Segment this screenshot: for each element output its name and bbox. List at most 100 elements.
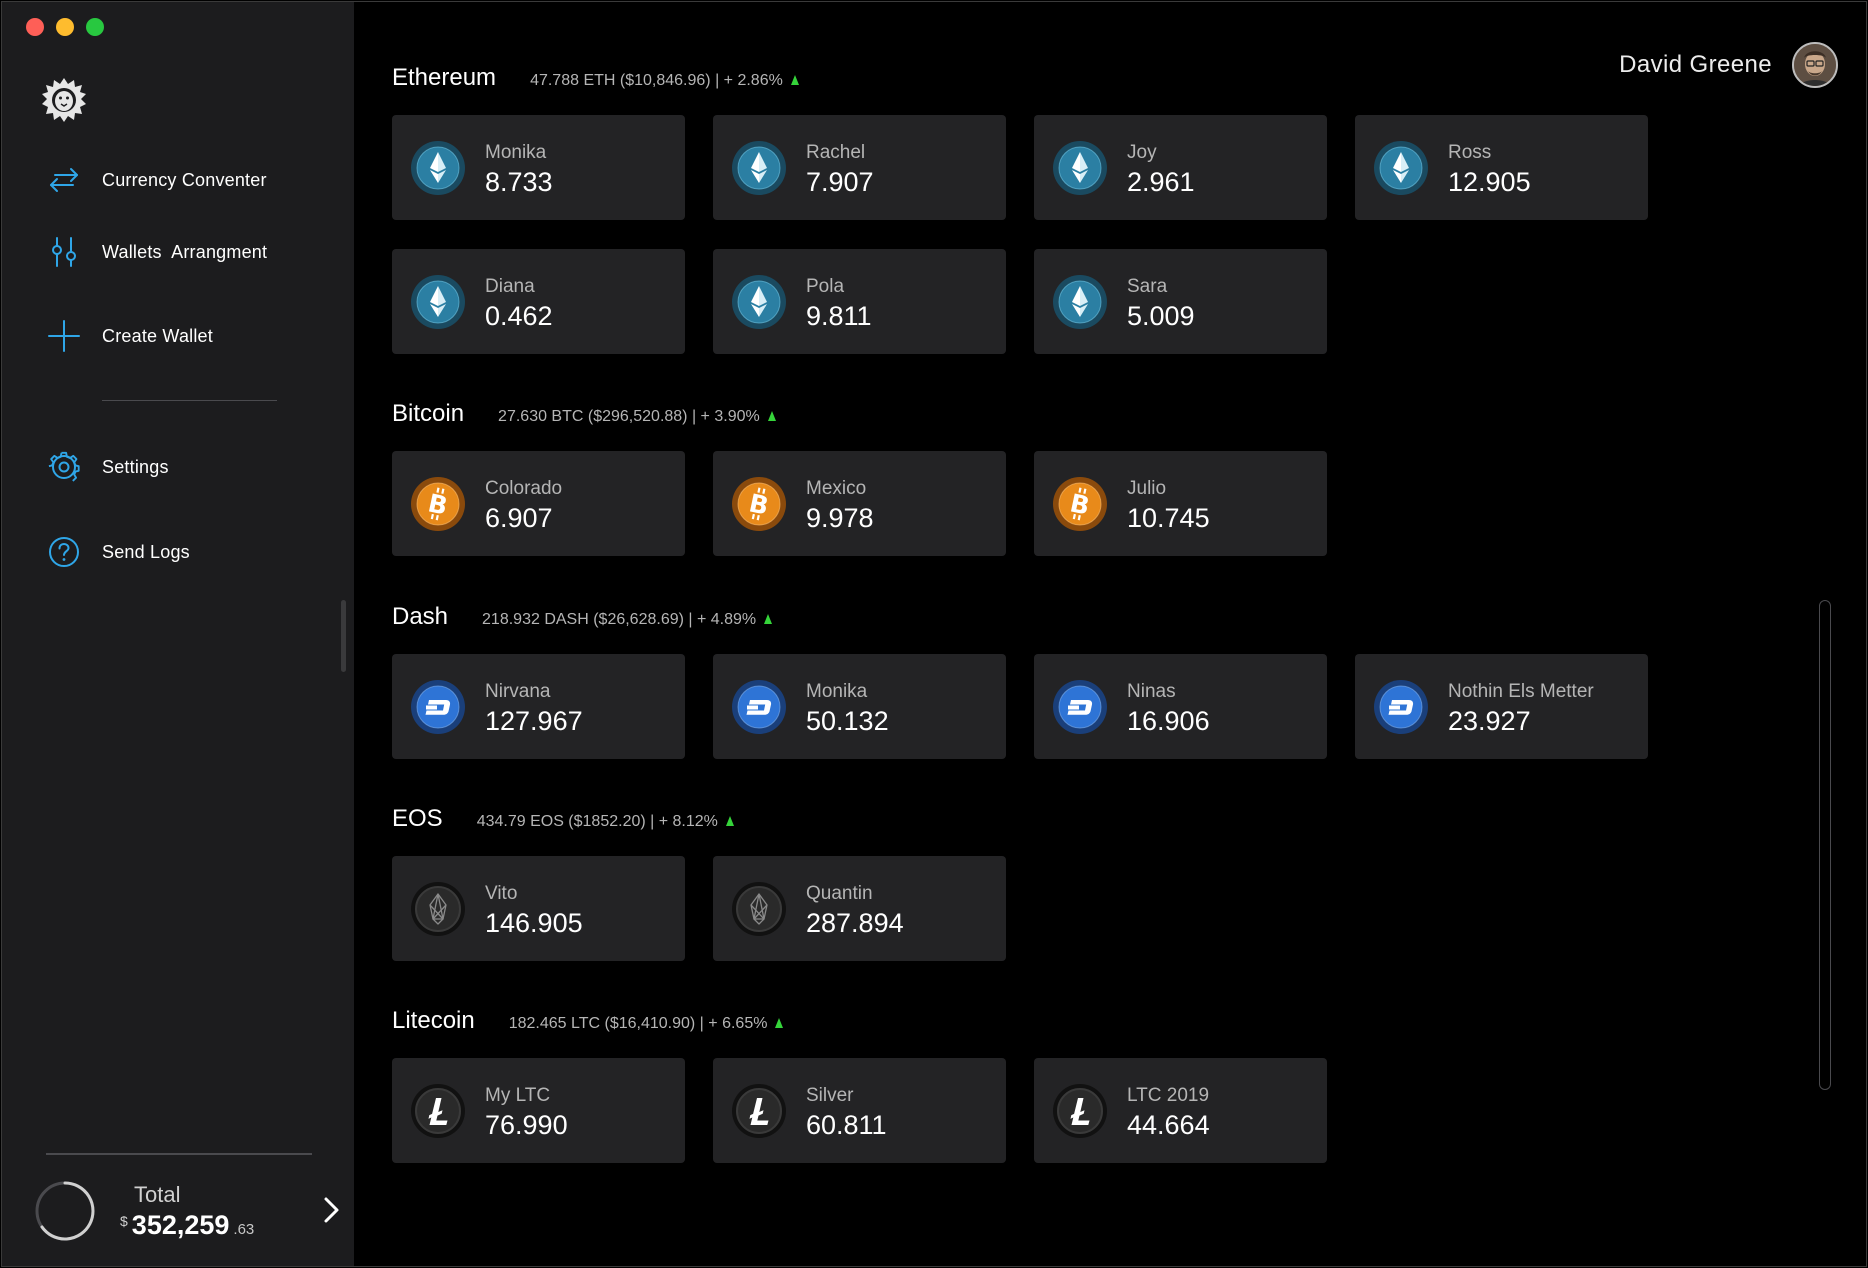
wallet-balance: 16.906 — [1127, 706, 1210, 736]
wallet-balance: 76.990 — [485, 1110, 568, 1140]
wallet-name: Monika — [485, 142, 547, 163]
user-menu[interactable]: David Greene — [1619, 42, 1838, 88]
sidebar-scrollbar[interactable] — [341, 600, 346, 672]
wallet-card[interactable]: My LTC 76.990 — [392, 1058, 685, 1163]
wallet-name: My LTC — [485, 1085, 551, 1106]
question-icon — [46, 534, 82, 570]
section-summary: 434.79 EOS ($1852.20) | + 8.12% — [476, 813, 718, 830]
wallet-balance: 6.907 — [485, 503, 553, 533]
wallet-name: Mexico — [806, 478, 867, 499]
exchange-arrows-icon — [46, 162, 82, 198]
main-content: David Greene Ethereum 47.788 ETH ($10,846… — [354, 2, 1866, 1266]
close-window-button[interactable] — [26, 18, 44, 36]
wallet-name: Colorado — [485, 478, 563, 499]
section-title: Dash — [392, 603, 449, 630]
wallet-card[interactable]: B Colorado 6.907 — [392, 451, 685, 556]
wallet-name: Vito — [485, 883, 518, 904]
wallet-card[interactable]: Ross 12.905 — [1355, 115, 1648, 220]
wallet-balance: 44.664 — [1127, 1110, 1210, 1140]
minimize-window-button[interactable] — [56, 18, 74, 36]
trend-up-icon — [790, 72, 799, 85]
wallet-card[interactable]: Sara 5.009 — [1034, 249, 1327, 354]
sidebar: Currency Conventer Wallets Arrangment Cr… — [2, 2, 354, 1266]
window-controls — [26, 18, 104, 36]
sliders-icon — [46, 234, 82, 270]
bitcoin-icon: B — [731, 476, 787, 532]
nav-wallets-arrangement[interactable]: Wallets Arrangment — [46, 232, 267, 272]
litecoin-icon — [410, 1083, 466, 1139]
nav-send-logs[interactable]: Send Logs — [46, 532, 190, 572]
wallet-card[interactable]: Diana 0.462 — [392, 249, 685, 354]
ethereum-icon — [410, 140, 466, 196]
wallet-name: Julio — [1127, 478, 1167, 499]
section-title: Ethereum — [392, 64, 497, 91]
eos-icon — [410, 881, 466, 937]
nav-label-wallets-arrangement: Wallets Arrangment — [102, 241, 268, 262]
wallet-balance: 9.978 — [806, 503, 874, 533]
wallet-name: Silver — [806, 1085, 854, 1106]
user-name: David Greene — [1619, 51, 1772, 78]
wallet-card[interactable]: Nothin Els Metter 23.927 — [1355, 654, 1648, 759]
section-title: Litecoin — [392, 1007, 475, 1034]
nav-label-settings: Settings — [102, 456, 169, 477]
trend-up-icon — [725, 813, 734, 826]
wallet-name: Sara — [1127, 276, 1168, 297]
nav-create-wallet[interactable]: Create Wallet — [46, 316, 213, 356]
lion-logo-icon — [42, 78, 86, 122]
avatar[interactable] — [1792, 42, 1838, 88]
wallet-balance: 146.905 — [485, 908, 583, 938]
dash-icon — [1052, 679, 1108, 735]
section-ethereum: Ethereum 47.788 ETH ($10,846.96) | + 2.86… — [392, 64, 1648, 354]
nav-currency-converter[interactable]: Currency Conventer — [46, 160, 267, 200]
wallet-card[interactable]: Silver 60.811 — [713, 1058, 1006, 1163]
wallet-name: Pola — [806, 276, 845, 297]
litecoin-icon — [1052, 1083, 1108, 1139]
wallet-card[interactable]: LTC 2019 44.664 — [1034, 1058, 1327, 1163]
wallet-balance: 8.733 — [485, 167, 553, 197]
section-header: EOS 434.79 EOS ($1852.20) | + 8.12% — [392, 805, 734, 845]
wallet-card[interactable]: Monika 50.132 — [713, 654, 1006, 759]
section-summary: 27.630 BTC ($296,520.88) | + 3.90% — [498, 408, 760, 425]
section-summary: 47.788 ETH ($10,846.96) | + 2.86% — [530, 72, 783, 89]
wallet-card[interactable]: Joy 2.961 — [1034, 115, 1327, 220]
litecoin-icon — [731, 1083, 787, 1139]
wallet-balance: 5.009 — [1127, 301, 1195, 331]
total-amount: $ 352,259 .63 — [120, 1210, 254, 1241]
wallet-balance: 60.811 — [806, 1110, 887, 1140]
wallet-card[interactable]: Nirvana 127.967 — [392, 654, 685, 759]
wallet-card[interactable]: B Julio 10.745 — [1034, 451, 1327, 556]
wallet-card[interactable]: Pola 9.811 — [713, 249, 1006, 354]
wallet-card[interactable]: Monika 8.733 — [392, 115, 685, 220]
main-scrollbar[interactable] — [1819, 600, 1831, 1090]
wallet-card[interactable]: Rachel 7.907 — [713, 115, 1006, 220]
wallet-card[interactable]: B Mexico 9.978 — [713, 451, 1006, 556]
wallet-name: Joy — [1127, 142, 1157, 163]
wallet-card[interactable]: Quantin 287.894 — [713, 856, 1006, 961]
section-litecoin: Litecoin 182.465 LTC ($16,410.90) | + 6.6… — [392, 1007, 1327, 1163]
app-window: Currency Conventer Wallets Arrangment Cr… — [1, 1, 1867, 1267]
gear-icon — [46, 449, 82, 485]
total-cents: .63 — [233, 1221, 255, 1238]
section-header: Ethereum 47.788 ETH ($10,846.96) | + 2.86… — [392, 64, 799, 104]
total-currency: $ — [120, 1213, 128, 1229]
wallet-balance: 9.811 — [806, 301, 872, 331]
wallet-name: Monika — [806, 681, 868, 702]
nav-label-create-wallet: Create Wallet — [102, 325, 213, 346]
wallet-name: Rachel — [806, 142, 866, 163]
wallet-card[interactable]: Vito 146.905 — [392, 856, 685, 961]
wallet-balance: 23.927 — [1448, 706, 1531, 736]
wallet-name: Nothin Els Metter — [1448, 681, 1594, 702]
wallet-card[interactable]: Ninas 16.906 — [1034, 654, 1327, 759]
wallet-balance: 127.967 — [485, 706, 583, 736]
total-divider — [46, 1153, 312, 1155]
nav-settings[interactable]: Settings — [46, 447, 169, 487]
section-title: EOS — [392, 805, 443, 832]
chevron-right-icon[interactable] — [320, 1196, 344, 1224]
wallet-name: Nirvana — [485, 681, 551, 702]
wallet-name: Ninas — [1127, 681, 1176, 702]
zoom-window-button[interactable] — [86, 18, 104, 36]
dash-icon — [731, 679, 787, 735]
wallet-balance: 2.961 — [1127, 167, 1195, 197]
ethereum-icon — [1373, 140, 1429, 196]
bitcoin-icon: B — [1052, 476, 1108, 532]
